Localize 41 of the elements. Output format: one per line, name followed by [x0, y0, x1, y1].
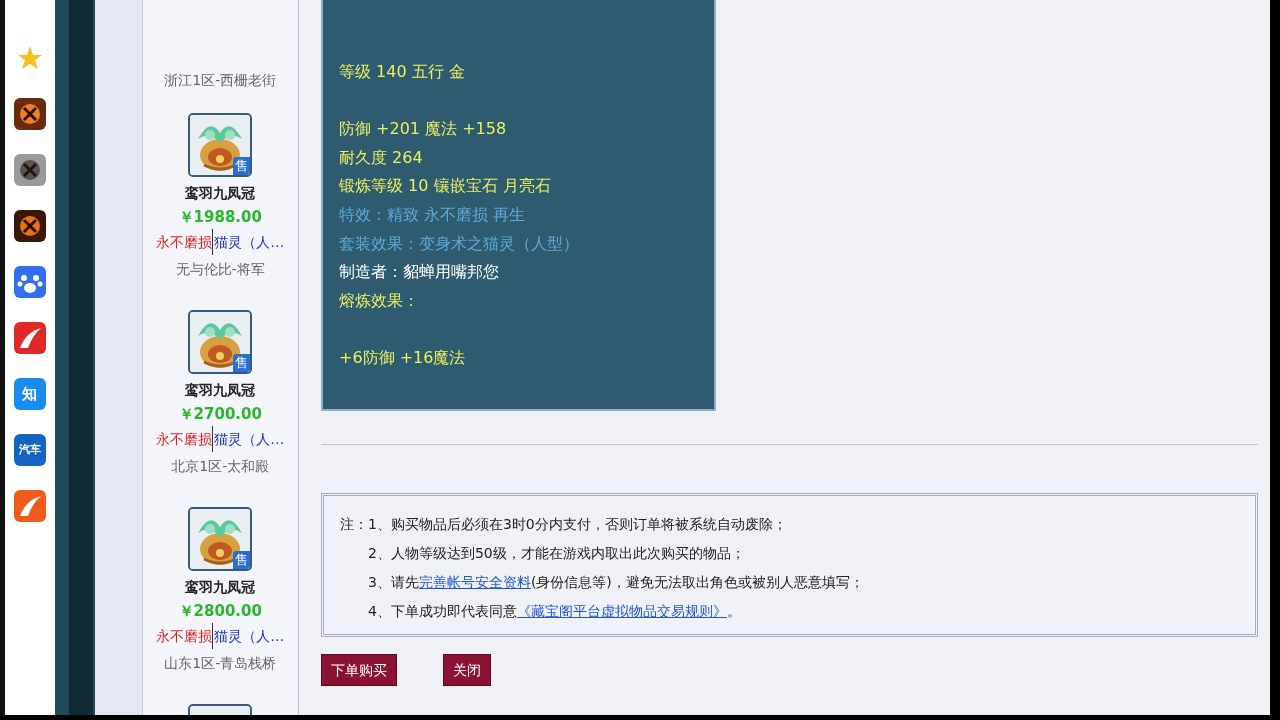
- sale-badge: 售: [233, 354, 251, 372]
- tooltip-line: 熔炼效果：: [339, 290, 419, 310]
- sale-badge: 售: [233, 157, 251, 175]
- effect-tag: 永不磨损: [156, 229, 213, 255]
- notice-link[interactable]: 完善帐号安全资料: [418, 574, 531, 590]
- swoosh-icon[interactable]: [13, 322, 46, 354]
- suit-tag: 猫灵（人…: [212, 623, 285, 649]
- tooltip-line: 特效：精致 永不磨损 再生: [339, 204, 526, 224]
- item-name[interactable]: 鸾羽九凤冠: [185, 575, 256, 599]
- tooltip-line: 等级 140 五行 金: [339, 62, 465, 81]
- action-button[interactable]: 关闭: [443, 654, 491, 686]
- suit-tag: 猫灵（人…: [212, 426, 285, 452]
- tooltip-line: 耐久度 264: [339, 147, 423, 167]
- item-name[interactable]: 鸾羽九凤冠: [185, 378, 256, 402]
- sale-badge: 售: [233, 551, 251, 569]
- feather-icon[interactable]: [13, 490, 46, 522]
- tooltip-line: 套装效果：变身术之猫灵（人型）: [339, 233, 579, 253]
- notice-text: 1、购买物品后必须在3时0分内支付，否则订单将被系统自动废除；: [368, 515, 787, 534]
- notice-link[interactable]: 《藏宝阁平台虚拟物品交易规则》: [516, 603, 727, 619]
- tooltip-line: 制造者：貂蝉用嘴邦您: [339, 262, 499, 282]
- suit-tag: 猫灵（人…: [212, 229, 285, 255]
- tooltip-line: +6防御 +16魔法: [339, 347, 466, 367]
- item-price: ￥2800.00: [178, 601, 262, 622]
- tooltip-line: 防御 +201 魔法 +158: [339, 119, 507, 139]
- notice-label: 注：: [340, 515, 368, 534]
- server-name: 山东1区-青岛栈桥: [164, 654, 277, 673]
- item-price: ￥2700.00: [178, 404, 262, 425]
- notice-text: 4、下单成功即代表同意《藏宝阁平台虚拟物品交易规则》。: [368, 602, 741, 621]
- effect-tag: 永不磨损: [156, 426, 213, 452]
- notice-text: 3、请先完善帐号安全资料(身份信息等)，避免无法取出角色或被别人恶意填写；: [368, 573, 864, 592]
- app-icon[interactable]: 汽车: [13, 434, 46, 466]
- action-button[interactable]: 下单购买: [321, 654, 397, 686]
- item-price: ￥1988.00: [178, 207, 262, 228]
- server-name: 浙江1区-西栅老街: [164, 71, 277, 90]
- server-name: 无与伦比-将军: [175, 260, 265, 279]
- effect-tag: 永不磨损: [156, 623, 213, 649]
- paw-icon[interactable]: [13, 266, 46, 298]
- tooltip-line: 锻炼等级 10 镶嵌宝石 月亮石: [339, 176, 551, 196]
- notice-text: 2、人物等级达到50级，才能在游戏内取出此次购买的物品；: [368, 544, 745, 563]
- item-name[interactable]: 鸾羽九凤冠: [185, 181, 256, 205]
- server-name: 北京1区-太和殿: [171, 457, 270, 476]
